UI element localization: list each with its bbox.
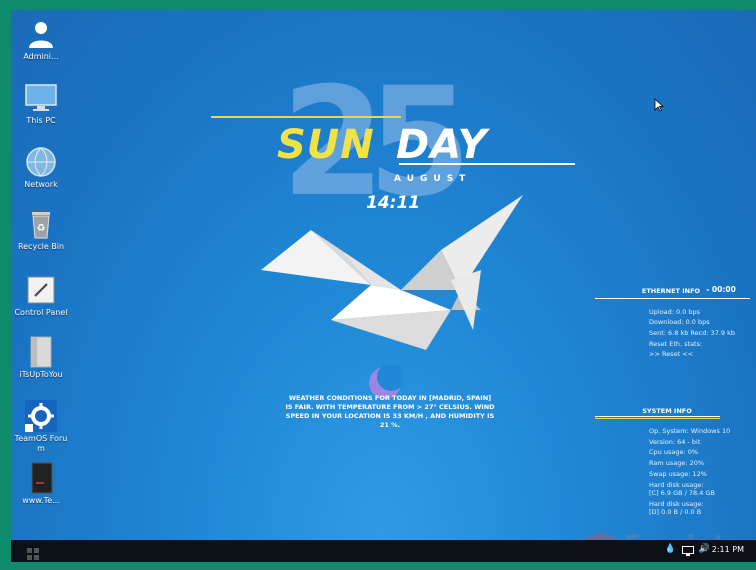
weather-text: Weather conditions for today in [Madrid,… <box>285 394 495 429</box>
svg-text:♻: ♻ <box>37 223 46 234</box>
globe-icon <box>25 146 57 178</box>
desktop-icon-this-pc[interactable]: This PC <box>13 82 69 126</box>
desktop-icon-label: Control Panel <box>14 308 68 317</box>
desktop-icon-recycle-bin[interactable]: ♻ Recycle Bin <box>13 208 69 252</box>
ethernet-title: ETHERNET INFO <box>641 287 701 295</box>
day-name-part2: DAY <box>396 122 488 168</box>
taskbar-clock[interactable]: 2:11 PM <box>712 545 744 554</box>
gear-icon <box>25 400 57 432</box>
month-label: AUGUST <box>394 174 472 184</box>
system-rule-white <box>595 416 720 417</box>
ethernet-timer: - 00:00 <box>706 285 736 294</box>
file-icon <box>25 462 57 494</box>
os-stat: Op. System: Windows 10 <box>649 427 731 435</box>
volume-icon[interactable]: 🔊 <box>699 544 710 554</box>
monitor-icon <box>25 82 57 114</box>
control-panel-icon <box>25 274 57 306</box>
desktop-icon-label: TeamOS Forum <box>14 434 68 453</box>
taskbar: 💧 🔊 2:11 PM <box>11 540 756 562</box>
reset-label: Reset Eth. stats: <box>649 340 703 348</box>
desktop-icon-itsuptoyou[interactable]: iTsUpToYou <box>13 336 69 380</box>
version-stat: Version: 64 - bit <box>649 438 701 446</box>
document-icon <box>25 336 57 368</box>
desktop-icon-label: This PC <box>26 116 56 125</box>
user-icon <box>25 18 57 50</box>
desktop-icon-label: iTsUpToYou <box>19 370 63 379</box>
system-title: SYSTEM INFO <box>642 407 692 415</box>
reset-link[interactable]: >> Reset << <box>649 349 693 360</box>
sent-recd-stat: Sent: 6.8 kb Recd: 37.9 kb <box>649 329 736 337</box>
network-icon[interactable] <box>682 546 694 556</box>
desktop-icon-administrator[interactable]: Admini... <box>13 18 69 62</box>
recycle-bin-icon: ♻ <box>25 208 57 240</box>
drop-icon[interactable]: 💧 <box>665 544 676 554</box>
upload-stat: Upload: 0.0 bps <box>649 308 701 316</box>
start-button[interactable] <box>27 545 39 560</box>
desktop-icon-network[interactable]: Network <box>13 146 69 190</box>
day-name-part1: SUN <box>277 122 375 168</box>
grid-icon <box>27 548 39 560</box>
hdd-c-stat: [C] 6.9 GB / 78.4 GB <box>649 489 715 497</box>
desktop-icon-www-te[interactable]: www.Te... <box>13 462 69 506</box>
yellow-rule <box>211 116 401 118</box>
desktop-icon-label: www.Te... <box>22 496 60 505</box>
ram-stat: Ram usage: 20% <box>649 459 705 467</box>
system-rule-yellow <box>595 418 720 419</box>
hdd-d-stat: [D] 0.0 B / 0.0 B <box>649 508 702 516</box>
desktop-icon-teamos-forum[interactable]: TeamOS Forum <box>13 400 69 454</box>
desktop: Admini... This PC Network ♻ Recycle Bin … <box>11 10 756 562</box>
swap-stat: Swap usage: 12% <box>649 470 707 478</box>
origami-crane <box>261 195 523 350</box>
desktop-icon-label: Recycle Bin <box>17 242 65 251</box>
desktop-icon-control-panel[interactable]: Control Panel <box>13 274 69 318</box>
download-stat: Download: 0.0 bps <box>649 318 710 326</box>
desktop-icon-label: Admini... <box>23 52 59 61</box>
ethernet-rule <box>595 298 750 299</box>
cpu-stat: Cpu usage: 0% <box>649 448 699 456</box>
desktop-icon-label: Network <box>24 180 58 189</box>
mouse-cursor-icon <box>654 98 664 112</box>
